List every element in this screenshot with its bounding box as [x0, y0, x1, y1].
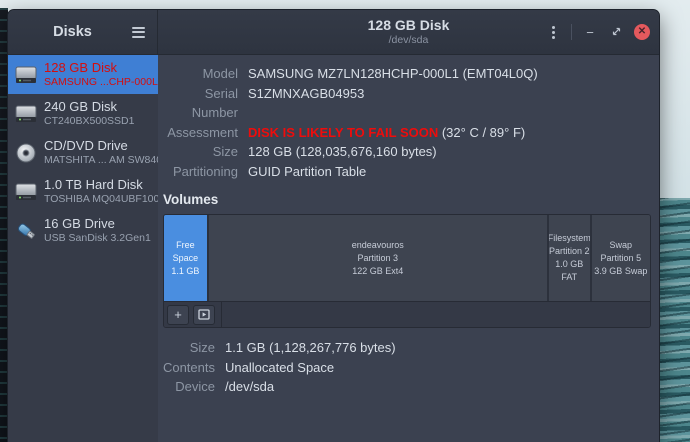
hard-disk-icon — [12, 63, 39, 87]
info-row-device: Device /dev/sda — [158, 377, 659, 397]
disk-title: 1.0 TB Hard Disk — [44, 177, 154, 193]
toolbar-separator — [221, 302, 222, 328]
sidebar-item-1tb-hard-disk[interactable]: 1.0 TB Hard Disk TOSHIBA MQ04UBF100 — [8, 172, 158, 211]
hard-disk-icon — [12, 180, 39, 204]
wallpaper-ocean — [656, 198, 690, 442]
partition-bar: Free Space 1.1 GB endeavouros Partition … — [164, 215, 650, 301]
temperature-value: (32° C / 89° F) — [438, 125, 525, 140]
disk-subtitle: MATSHITA ... AM SW840 — [44, 154, 154, 167]
restore-icon — [611, 26, 622, 37]
disk-title: 240 GB Disk — [44, 99, 134, 115]
info-row-assessment: Assessment DISK IS LIKELY TO FAIL SOON (… — [158, 123, 659, 143]
segment-partition: Partition 5 — [601, 252, 642, 265]
info-row-contents: Contents Unallocated Space — [158, 358, 659, 378]
main-headerbar: 128 GB Disk /dev/sda − ✕ — [158, 10, 659, 55]
info-label: Model — [158, 64, 238, 84]
segment-partition: Partition 3 — [358, 252, 399, 265]
partition-options-button[interactable] — [193, 305, 215, 325]
app-title: Disks — [8, 24, 125, 40]
segment-partition: Partition 2 — [549, 245, 590, 258]
create-partition-button[interactable]: + — [167, 305, 189, 325]
sidebar-item-128gb-disk[interactable]: 128 GB Disk SAMSUNG ...CHP-000L1 — [8, 55, 158, 94]
partition-options-icon — [198, 309, 210, 320]
segment-size-type: 1.0 GB FAT — [549, 258, 590, 284]
segment-size: 1.1 GB — [171, 265, 199, 278]
sidebar-item-16gb-usb-drive[interactable]: 16 GB Drive USB SanDisk 3.2Gen1 — [8, 211, 158, 250]
disk-title: 128 GB Disk — [44, 60, 154, 76]
minimize-button[interactable]: − — [582, 26, 598, 39]
info-label: Device — [158, 377, 215, 397]
controls-separator — [571, 24, 572, 40]
segment-swap[interactable]: Swap Partition 5 3.9 GB Swap — [592, 215, 650, 301]
window-title-block: 128 GB Disk /dev/sda — [368, 17, 450, 48]
info-value: DISK IS LIKELY TO FAIL SOON (32° C / 89°… — [248, 123, 525, 143]
close-button[interactable]: ✕ — [634, 24, 650, 40]
sidebar-item-cd-dvd-drive[interactable]: CD/DVD Drive MATSHITA ... AM SW840 — [8, 133, 158, 172]
info-label: Partitioning — [158, 162, 238, 182]
segment-endeavouros[interactable]: endeavouros Partition 3 122 GB Ext4 — [209, 215, 549, 301]
info-value: S1ZMNXAGB04953 — [248, 84, 364, 123]
volume-toolbar: + — [164, 301, 650, 327]
segment-name: endeavouros — [352, 239, 404, 252]
drive-detail-pane: Model SAMSUNG MZ7LN128HCHP-000L1 (EMT04L… — [158, 55, 659, 442]
segment-size-type: 122 GB Ext4 — [352, 265, 403, 278]
info-label: Size — [158, 142, 238, 162]
disk-subtitle: SAMSUNG ...CHP-000L1 — [44, 76, 154, 89]
volumes-heading: Volumes — [163, 192, 659, 207]
info-row-partitioning: Partitioning GUID Partition Table — [158, 162, 659, 182]
info-row-selection-size: Size 1.1 GB (1,128,267,776 bytes) — [158, 338, 659, 358]
info-row-size: Size 128 GB (128,035,676,160 bytes) — [158, 142, 659, 162]
info-value: GUID Partition Table — [248, 162, 366, 182]
kebab-menu-icon[interactable] — [545, 23, 561, 41]
disk-subtitle: CT240BX500SSD1 — [44, 115, 134, 128]
info-label: Size — [158, 338, 215, 358]
smart-failure-warning: DISK IS LIKELY TO FAIL SOON — [248, 125, 438, 140]
window-subtitle: /dev/sda — [368, 34, 450, 47]
info-label: Assessment — [158, 123, 238, 143]
segment-name: Filesystem — [549, 232, 591, 245]
segment-free-space[interactable]: Free Space 1.1 GB — [164, 215, 209, 301]
hamburger-menu-icon[interactable] — [125, 19, 151, 45]
info-row-serial-number: Serial Number S1ZMNXAGB04953 — [158, 84, 659, 123]
info-value: 128 GB (128,035,676,160 bytes) — [248, 142, 437, 162]
info-value: 1.1 GB (1,128,267,776 bytes) — [225, 338, 396, 358]
sidebar-item-240gb-disk[interactable]: 240 GB Disk CT240BX500SSD1 — [8, 94, 158, 133]
disk-title: 16 GB Drive — [44, 216, 151, 232]
window-controls: − ✕ — [545, 10, 650, 54]
disk-title: CD/DVD Drive — [44, 138, 154, 154]
volumes-widget: Free Space 1.1 GB endeavouros Partition … — [163, 214, 651, 328]
disks-window: Disks 128 GB Disk /dev/sda − ✕ — [7, 9, 660, 442]
info-value: Unallocated Space — [225, 358, 334, 378]
disk-subtitle: USB SanDisk 3.2Gen1 — [44, 232, 151, 245]
hard-disk-icon — [12, 102, 39, 126]
info-label: Serial Number — [158, 84, 238, 123]
restore-button[interactable] — [608, 26, 624, 39]
cd-disc-icon — [12, 141, 39, 165]
selection-info-grid: Size 1.1 GB (1,128,267,776 bytes) Conten… — [158, 338, 659, 397]
segment-size-type: 3.9 GB Swap — [594, 265, 647, 278]
window-title: 128 GB Disk — [368, 17, 450, 35]
disk-list-sidebar: 128 GB Disk SAMSUNG ...CHP-000L1 240 GB … — [8, 55, 158, 442]
segment-name: Free Space — [164, 239, 207, 265]
info-label: Contents — [158, 358, 215, 378]
info-value: SAMSUNG MZ7LN128HCHP-000L1 (EMT04L0Q) — [248, 64, 538, 84]
info-row-model: Model SAMSUNG MZ7LN128HCHP-000L1 (EMT04L… — [158, 64, 659, 84]
disk-subtitle: TOSHIBA MQ04UBF100 — [44, 193, 154, 206]
segment-filesystem[interactable]: Filesystem Partition 2 1.0 GB FAT — [549, 215, 592, 301]
segment-name: Swap — [610, 239, 633, 252]
info-value: /dev/sda — [225, 377, 274, 397]
usb-stick-icon — [12, 219, 39, 243]
drive-info-grid: Model SAMSUNG MZ7LN128HCHP-000L1 (EMT04L… — [158, 64, 659, 181]
sidebar-headerbar: Disks — [8, 10, 158, 55]
